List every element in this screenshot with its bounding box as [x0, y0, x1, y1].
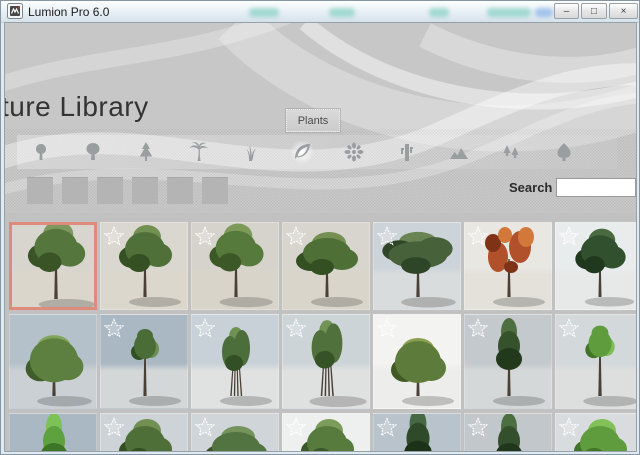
subcategory-swatch[interactable]	[132, 177, 158, 204]
blurred-watermark	[329, 8, 355, 17]
plant-thumbnail[interactable]	[555, 413, 637, 452]
favorite-star-icon[interactable]	[286, 226, 306, 251]
plant-thumbnail[interactable]	[464, 413, 552, 452]
plant-thumbnail[interactable]	[9, 413, 97, 452]
plant-thumbnail[interactable]	[100, 314, 188, 409]
category-forest-icon[interactable]	[499, 140, 523, 164]
favorite-star-icon[interactable]	[104, 226, 124, 251]
category-conifer-tree-icon[interactable]	[134, 140, 158, 164]
favorite-star-icon[interactable]	[468, 417, 488, 442]
favorite-star-icon[interactable]	[286, 318, 306, 343]
window-controls: – □ ×	[554, 3, 638, 19]
plant-thumbnail[interactable]	[464, 222, 552, 310]
favorite-star-icon[interactable]	[104, 318, 124, 343]
plant-thumbnail[interactable]	[191, 413, 279, 452]
plant-thumbnail[interactable]	[373, 222, 461, 310]
blurred-watermark	[249, 8, 279, 17]
category-small-tree-icon[interactable]	[29, 140, 53, 164]
favorite-star-icon[interactable]	[468, 318, 488, 343]
category-rocks-icon[interactable]	[447, 140, 471, 164]
category-cactus-icon[interactable]	[395, 140, 419, 164]
favorite-star-icon[interactable]	[195, 226, 215, 251]
plant-thumbnail[interactable]	[373, 413, 461, 452]
minimize-button[interactable]: –	[554, 3, 579, 19]
plant-thumbnail[interactable]	[191, 222, 279, 310]
plant-thumbnail[interactable]	[100, 413, 188, 452]
subcategory-swatch[interactable]	[62, 177, 88, 204]
plant-thumbnail[interactable]	[9, 222, 97, 310]
blurred-watermark	[429, 8, 449, 17]
plant-thumbnail[interactable]	[282, 222, 370, 310]
window-title: Lumion Pro 6.0	[28, 5, 109, 19]
blurred-watermark	[535, 8, 553, 17]
maximize-button[interactable]: □	[581, 3, 607, 19]
subcategory-swatch[interactable]	[167, 177, 193, 204]
plant-thumbnail[interactable]	[100, 222, 188, 310]
subcategory-swatch[interactable]	[27, 177, 53, 204]
favorite-star-icon[interactable]	[377, 417, 397, 442]
favorite-star-icon[interactable]	[559, 318, 579, 343]
category-grass-icon[interactable]	[238, 140, 262, 164]
category-flower-icon[interactable]	[342, 140, 366, 164]
plant-thumbnail[interactable]	[9, 314, 97, 409]
favorite-star-icon[interactable]	[195, 417, 215, 442]
plant-thumbnail[interactable]	[555, 222, 637, 310]
content-area: ture Library Plants Search	[4, 22, 637, 452]
plant-thumbnail[interactable]	[191, 314, 279, 409]
favorite-star-icon[interactable]	[195, 318, 215, 343]
plant-thumbnail[interactable]	[464, 314, 552, 409]
favorite-star-icon[interactable]	[559, 226, 579, 251]
category-leaf-icon[interactable]	[290, 140, 314, 164]
subcategory-swatch[interactable]	[202, 177, 228, 204]
category-icon-row	[5, 23, 636, 173]
close-button[interactable]: ×	[609, 3, 638, 19]
plant-thumbnail[interactable]	[282, 413, 370, 452]
plant-thumbnail[interactable]	[282, 314, 370, 409]
search-input[interactable]	[556, 178, 636, 197]
category-palm-tree-icon[interactable]	[186, 140, 210, 164]
favorite-star-icon[interactable]	[468, 226, 488, 251]
plant-thumbnail[interactable]	[555, 314, 637, 409]
plant-thumbnail[interactable]	[373, 314, 461, 409]
category-broadleaf-tree-icon[interactable]	[552, 140, 576, 164]
search-label: Search	[509, 180, 552, 195]
subcategory-swatch[interactable]	[97, 177, 123, 204]
title-bar[interactable]: Lumion Pro 6.0 – □ ×	[1, 1, 639, 23]
favorite-star-icon[interactable]	[104, 417, 124, 442]
category-round-tree-icon[interactable]	[81, 140, 105, 164]
favorite-star-icon[interactable]	[377, 226, 397, 251]
thumbnail-grid	[5, 213, 636, 451]
favorite-star-icon[interactable]	[559, 417, 579, 442]
favorite-star-icon[interactable]	[377, 318, 397, 343]
lumion-window: Lumion Pro 6.0 – □ × ture Library Plants…	[0, 0, 640, 455]
favorite-star-icon[interactable]	[286, 417, 306, 442]
app-icon	[7, 3, 23, 19]
blurred-watermark	[487, 8, 531, 17]
